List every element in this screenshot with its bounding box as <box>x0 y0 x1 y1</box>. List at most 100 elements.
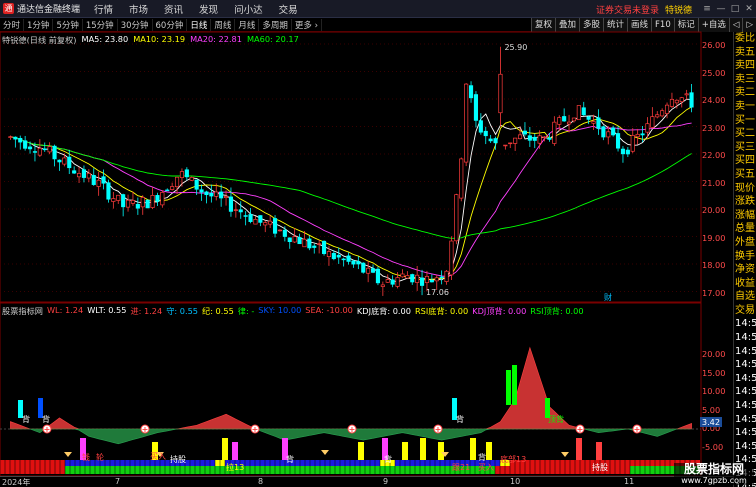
candle-body <box>468 85 474 99</box>
candle-body <box>204 191 209 196</box>
bottom-signal-bar-9 <box>438 442 444 460</box>
candle-body <box>370 268 376 273</box>
kline-chart[interactable]: + + + + + + + 25.9017.06财背背背顶背钱 轮拉13背 背跟21背 底部13持… <box>0 0 733 476</box>
sidebar-item-22[interactable]: 14:50 <box>734 331 756 345</box>
sidebar-item-14[interactable]: 总量 <box>734 222 756 236</box>
candle-body <box>395 277 400 287</box>
tool-button-9[interactable]: ▷ <box>742 18 756 32</box>
sidebar-item-4[interactable]: 卖二 <box>734 86 756 100</box>
candle-body <box>576 105 581 121</box>
sidebar-item-23[interactable]: 14:50 <box>734 345 756 359</box>
candle-body <box>189 177 194 181</box>
candle-body <box>503 144 508 147</box>
candle-body <box>268 220 273 225</box>
candle-body <box>669 98 675 107</box>
candle-body <box>238 209 243 213</box>
price-tick-6: 20.00 <box>702 205 726 215</box>
sidebar-item-9[interactable]: 买四 <box>734 154 756 168</box>
sub-positive-area <box>10 346 692 430</box>
sidebar-item-12[interactable]: 涨跌 <box>734 195 756 209</box>
candle-body <box>380 284 385 287</box>
candle-body <box>596 117 601 129</box>
candle-body <box>233 209 238 211</box>
low-price-label: 17.06 <box>426 288 449 297</box>
candle-body <box>277 229 283 232</box>
candle-body <box>419 277 425 286</box>
sidebar-item-20[interactable]: 交易 <box>734 304 756 318</box>
candle-body <box>326 251 332 257</box>
sidebar-item-26[interactable]: 14:50 <box>734 385 756 399</box>
cross-marker-glyph-3: + <box>349 425 356 434</box>
candle-body <box>199 189 204 193</box>
candle-body <box>13 136 18 140</box>
candle-body <box>101 176 106 184</box>
candle-body <box>86 173 91 179</box>
sidebar-item-2[interactable]: 卖四 <box>734 59 756 73</box>
sidebar-item-11[interactable]: 现价 <box>734 182 756 196</box>
sidebar-item-30[interactable]: 14:50 <box>734 440 756 454</box>
date-tick-2: 8 <box>258 477 264 486</box>
sidebar-item-16[interactable]: 换手 <box>734 250 756 264</box>
sidebar-item-5[interactable]: 卖一 <box>734 100 756 114</box>
candle-body <box>228 196 234 212</box>
sidebar-item-1[interactable]: 卖五 <box>734 46 756 60</box>
candle-body <box>292 236 297 243</box>
candle-body <box>390 279 395 285</box>
candle-body <box>611 127 616 136</box>
candle-body <box>640 133 645 136</box>
close-icon[interactable]: ✕ <box>742 4 756 14</box>
cross-marker-glyph-5: + <box>577 425 584 434</box>
candle-body <box>650 116 655 128</box>
bottom-signal-bar-11 <box>486 442 492 460</box>
cross-marker-glyph-1: + <box>142 425 149 434</box>
cross-marker-glyph-2: + <box>252 425 259 434</box>
candle-body <box>620 148 626 155</box>
sidebar-item-3[interactable]: 卖三 <box>734 73 756 87</box>
candle-body <box>429 279 434 283</box>
candle-body <box>272 218 278 234</box>
sidebar-item-15[interactable]: 外盘 <box>734 236 756 250</box>
sub-label-5: 轮 <box>96 452 104 462</box>
sub-tick-1: 15.00 <box>702 367 726 378</box>
sidebar-item-6[interactable]: 买一 <box>734 114 756 128</box>
sidebar-item-8[interactable]: 买三 <box>734 141 756 155</box>
sub-label-3: 顶背 <box>548 414 564 424</box>
candle-body <box>400 273 405 278</box>
sidebar-item-25[interactable]: 14:50 <box>734 372 756 386</box>
candle-body <box>581 107 586 116</box>
candle-body <box>32 151 38 153</box>
candle-body <box>405 275 410 279</box>
bottom-signal-bar-10 <box>470 438 476 460</box>
candle-body <box>297 237 302 245</box>
sidebar-item-0[interactable]: 委比 <box>734 32 756 46</box>
sidebar-item-17[interactable]: 净资 <box>734 263 756 277</box>
candle-body <box>248 214 253 222</box>
sidebar-item-28[interactable]: 14:50 <box>734 413 756 427</box>
candle-body <box>449 240 454 276</box>
date-axis: 2024年 7 8 9 10 11 <box>0 476 733 487</box>
candle-body <box>591 121 596 124</box>
sub-tick-5: -5.00 <box>702 441 724 452</box>
sidebar-item-29[interactable]: 14:50 <box>734 426 756 440</box>
sidebar-item-24[interactable]: 14:50 <box>734 358 756 372</box>
candle-body <box>140 197 145 208</box>
date-tick-3: 9 <box>383 477 389 486</box>
sidebar-item-13[interactable]: 涨幅 <box>734 209 756 223</box>
candle-body <box>174 176 180 188</box>
sub-label-4: 钱 <box>82 452 90 462</box>
candle-body <box>552 121 557 144</box>
sidebar-item-18[interactable]: 收益 <box>734 277 756 291</box>
sidebar-item-27[interactable]: 14:50 <box>734 399 756 413</box>
sidebar-item-19[interactable]: 自选 <box>734 290 756 304</box>
candle-body <box>317 243 322 245</box>
candle-body <box>542 136 547 139</box>
bottom-signal-bar-13 <box>596 442 602 460</box>
sidebar-item-10[interactable]: 买五 <box>734 168 756 182</box>
sidebar-item-7[interactable]: 买二 <box>734 127 756 141</box>
candle-body <box>194 179 199 190</box>
sidebar-item-21[interactable]: 14:50 <box>734 317 756 331</box>
candle-body <box>434 277 439 282</box>
cross-marker-glyph-0: + <box>44 425 51 434</box>
sub-label-9: 跟21 <box>452 463 470 472</box>
candle-body <box>341 258 346 261</box>
